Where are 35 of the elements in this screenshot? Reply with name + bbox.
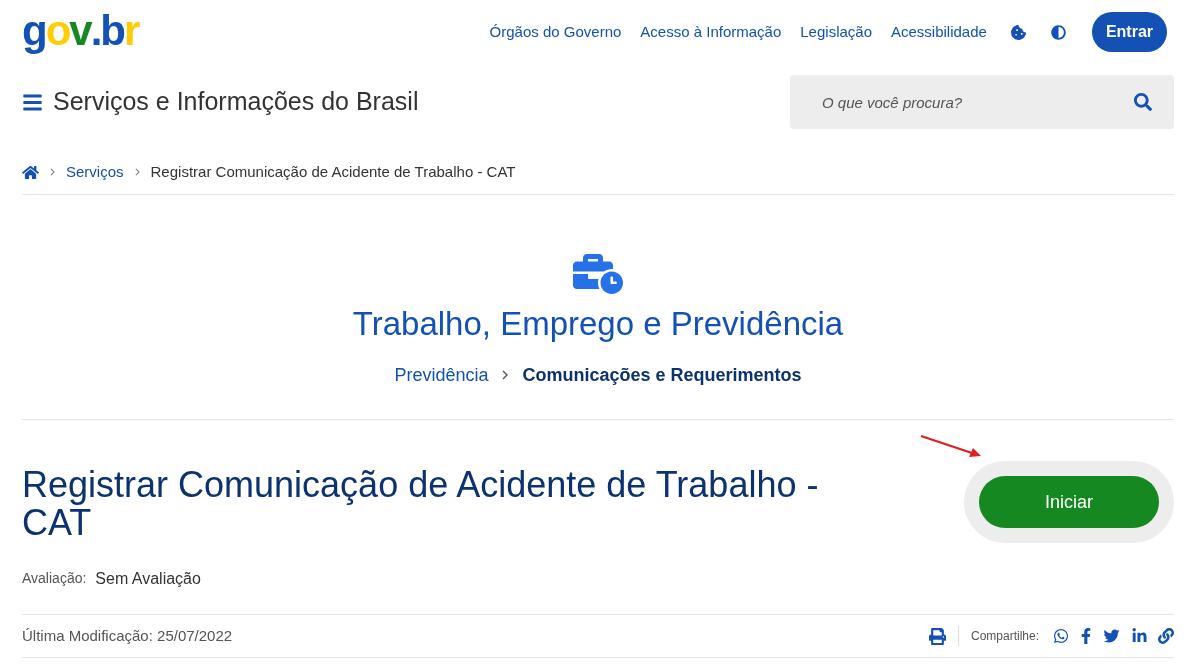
last-modified: Última Modificação: 25/07/2022 — [22, 625, 233, 646]
arrow-icon — [920, 434, 982, 458]
chevron-icon — [502, 370, 509, 380]
gov-logo[interactable]: gov.br — [22, 10, 139, 52]
nav-link[interactable]: Acesso à Informação — [640, 20, 782, 44]
rating-value: Sem Avaliação — [95, 568, 201, 589]
share-label: Compartilhe: — [970, 628, 1039, 645]
link-icon[interactable] — [1158, 628, 1174, 644]
twitter-icon[interactable] — [1103, 628, 1120, 644]
print-icon[interactable] — [928, 627, 946, 645]
login-button[interactable]: Entrar — [1091, 12, 1167, 52]
search-field[interactable]: O que você procura? — [790, 75, 1174, 129]
site-title: Serviços e Informações do Brasil — [53, 86, 419, 118]
chevron-icon — [134, 168, 140, 176]
nav-link[interactable]: Órgãos do Governo — [489, 20, 622, 44]
briefcase-clock-icon — [571, 254, 625, 294]
nav-link[interactable]: Acessibilidade — [891, 20, 987, 44]
category-title: Trabalho, Emprego e Previdência — [352, 304, 844, 344]
chevron-icon — [50, 168, 55, 176]
search-icon[interactable] — [1134, 93, 1152, 111]
breadcrumb-link[interactable]: Serviços — [66, 160, 124, 184]
home-icon[interactable] — [22, 164, 39, 180]
menu-icon[interactable] — [22, 91, 43, 113]
start-button[interactable]: Iniciar — [979, 476, 1159, 528]
linkedin-icon[interactable] — [1131, 628, 1148, 644]
contrast-icon[interactable] — [1050, 24, 1066, 40]
category-current: Comunicações e Requerimentos — [522, 363, 802, 387]
facebook-icon[interactable] — [1079, 628, 1093, 644]
nav-link[interactable]: Legislação — [800, 20, 872, 44]
cookie-icon[interactable] — [1010, 24, 1026, 40]
service-title: Registrar Comunicação de Acidente de Trabalho - CAT — [22, 463, 820, 542]
whatsapp-icon[interactable] — [1053, 628, 1069, 644]
breadcrumb-current: Registrar Comunicação de Acidente de Trabalho - CAT — [150, 161, 516, 182]
category-link[interactable]: Previdência — [394, 361, 489, 389]
rating-label: Avaliação: — [22, 569, 87, 588]
